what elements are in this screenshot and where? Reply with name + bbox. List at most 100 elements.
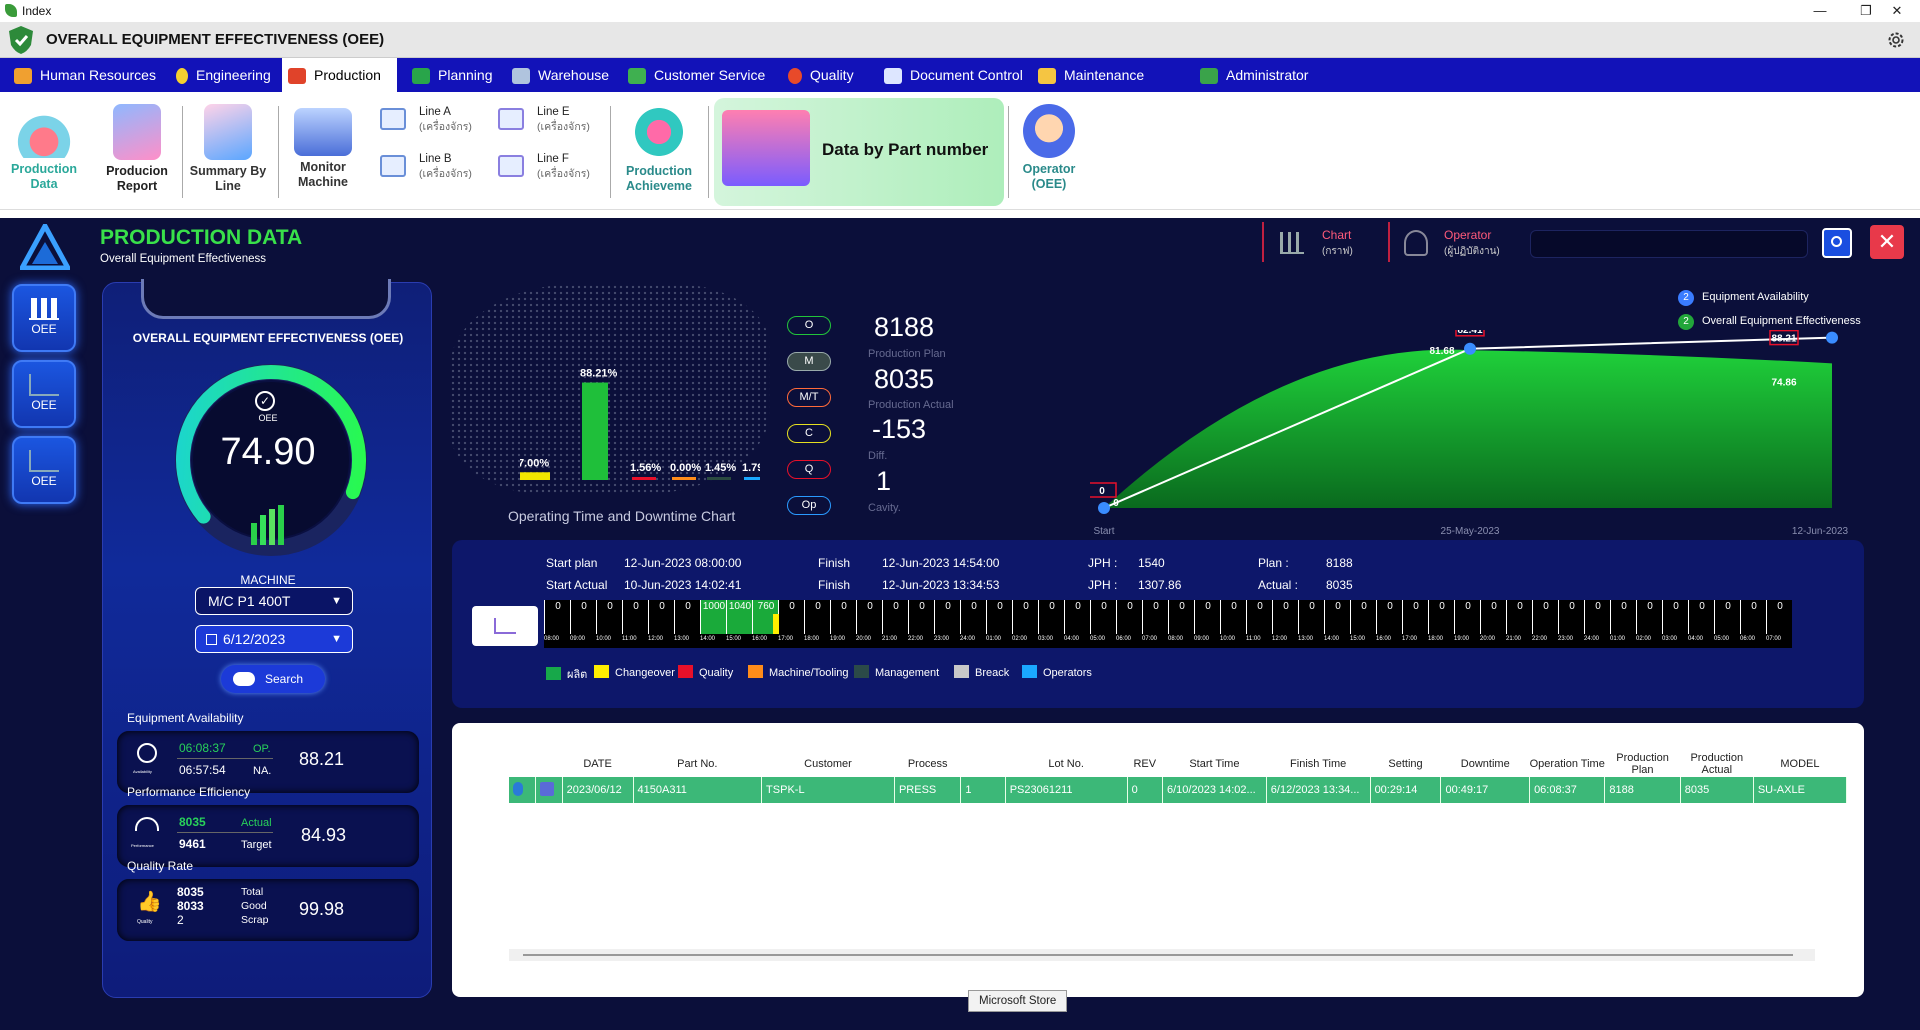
timeline-slot: 0	[856, 600, 882, 634]
actual-label: Actual :	[1258, 578, 1299, 592]
availability-card: Availability 06:08:37 OP. 06:57:54 NA. 8…	[117, 731, 419, 793]
production-report-button[interactable]: Producion Report	[100, 104, 174, 194]
slot-time: 22:00	[1532, 636, 1548, 642]
operator-oee-button[interactable]: Operator (OEE)	[1014, 104, 1084, 192]
close-button[interactable]: ✕	[1870, 225, 1904, 259]
timeline-slot: 0	[1662, 600, 1688, 634]
menu-human-resources[interactable]: Human Resources	[8, 58, 156, 92]
production-timeline-panel: Start plan 12-Jun-2023 08:00:00 Finish 1…	[452, 540, 1864, 708]
line-f-button[interactable]: Line F (เครื่องจักร)	[490, 147, 605, 187]
menu-administrator[interactable]: Administrator	[1194, 58, 1308, 92]
menu-production[interactable]: Production	[282, 58, 397, 95]
trend-chart-icon	[29, 374, 59, 396]
oee-side-button-3[interactable]: OEE	[12, 436, 76, 504]
operator-button[interactable]: Operator (ผู้ปฏิบัติงาน)	[1400, 226, 1520, 262]
brand-triangle-logo-icon	[20, 224, 70, 270]
warehouse-icon	[512, 68, 530, 85]
search-data-button[interactable]: Search	[221, 665, 325, 693]
production-data-button[interactable]: Production Data	[6, 104, 82, 192]
minimize-button[interactable]: —	[1797, 0, 1843, 22]
legend-availability: 2 Equipment Availability	[1678, 290, 1809, 306]
value-label: 0	[1099, 486, 1105, 497]
legend-label: Management	[875, 667, 940, 679]
ribbon-divider	[610, 106, 611, 198]
gauge-label: OEE	[258, 413, 278, 423]
horizontal-scrollbar[interactable]	[509, 949, 1815, 961]
slot-value: 0	[633, 601, 639, 612]
slot-value: 0	[607, 601, 613, 612]
table-cell: 1	[960, 777, 1006, 803]
ribbon-label: Producion Report	[106, 164, 168, 193]
save-icon[interactable]	[540, 781, 555, 796]
table-row[interactable]: 2023/06/12 4150A311 TSPK-L PRESS 1 PS23061211…	[509, 777, 1848, 803]
downtime-bar	[632, 477, 656, 480]
slot-time: 04:00	[1064, 636, 1080, 642]
slot-time: 07:00	[1142, 636, 1158, 642]
search-button[interactable]	[1822, 228, 1852, 258]
slot-value: 0	[1023, 601, 1029, 612]
oee-side-button-2[interactable]: OEE	[12, 360, 76, 428]
timeline-slot: 0	[1402, 600, 1428, 634]
menu-maintenance[interactable]: Maintenance	[1032, 58, 1144, 92]
data-by-part-number-button[interactable]: Data by Part number	[714, 98, 1004, 206]
slot-value: 0	[1751, 601, 1757, 612]
menu-planning[interactable]: Planning	[406, 58, 493, 92]
good-value: 8033	[177, 899, 204, 913]
slot-value: 0	[1049, 601, 1055, 612]
row-action-cell[interactable]	[535, 777, 563, 803]
production-achieve-button[interactable]: Production Achieveme	[614, 104, 704, 194]
slot-time: 03:00	[1662, 636, 1678, 642]
actual-value: 8035	[179, 815, 206, 829]
start-plan-label: Start plan	[546, 556, 598, 570]
quality-card: 👍 Quality 8035 8033 2 Total Good Scrap 9…	[117, 879, 419, 941]
achievement-icon	[631, 104, 687, 160]
timeline-legend-item: Changeover	[594, 665, 675, 679]
timeline-slot: 0	[1610, 600, 1636, 634]
menu-label: Quality	[810, 67, 854, 83]
summary-by-line-button[interactable]: Summary By Line	[186, 104, 270, 194]
row-action-cell[interactable]	[509, 777, 537, 803]
menu-customer-service[interactable]: Customer Service	[622, 58, 765, 92]
bar-chart-icon	[29, 298, 59, 320]
timeline-strip: 0 08:00 0 09:00 0 10:00 0 11:00 0 12:00 0 13:00 1000…	[544, 600, 1792, 648]
line-b-button[interactable]: Line B (เครื่องจักร)	[372, 147, 487, 187]
table-cell: SU-AXLE	[1753, 777, 1848, 803]
timeline-slot: 0	[960, 600, 986, 634]
close-window-button[interactable]: ✕	[1874, 0, 1920, 22]
availability-point	[1098, 502, 1110, 514]
date-picker[interactable]: 6/12/2023 ▼	[195, 625, 353, 653]
line-e-button[interactable]: Line E (เครื่องจักร)	[490, 100, 605, 140]
plan-value: 8188	[1326, 556, 1353, 570]
monitor-machine-button[interactable]: Monitor Machine	[284, 108, 362, 190]
growth-chart-icon	[29, 450, 59, 472]
panel-tab-decoration	[141, 279, 391, 319]
chart-button[interactable]: Chart (กราฟ)	[1276, 226, 1376, 262]
legend-swatch	[748, 665, 763, 678]
menu-label: Administrator	[1226, 67, 1309, 83]
legend-label: ผลิต	[567, 669, 588, 681]
table-cell: 0	[1127, 777, 1164, 803]
scrollbar-thumb[interactable]	[523, 954, 1793, 956]
settings-gear-icon[interactable]	[1886, 30, 1906, 50]
oee-side-button-1[interactable]: OEE	[12, 284, 76, 352]
menu-quality[interactable]: Quality	[782, 58, 854, 92]
search-input[interactable]	[1530, 230, 1808, 258]
mouse-icon[interactable]	[513, 781, 523, 796]
line-a-button[interactable]: Line A (เครื่องจักร)	[372, 100, 487, 140]
menu-engineering[interactable]: Engineering	[170, 58, 271, 92]
slot-time: 11:00	[622, 636, 637, 642]
total-value: 8035	[177, 885, 204, 899]
slot-value: 0	[1439, 601, 1445, 612]
production-table: DATE Part No. Customer Process Lot No. REV Sta…	[509, 751, 1848, 803]
availability-title: Equipment Availability	[127, 711, 244, 725]
timeline-chart-button[interactable]	[472, 606, 538, 646]
actual-value: 8035	[874, 364, 935, 394]
menu-warehouse[interactable]: Warehouse	[506, 58, 609, 92]
jph-label: JPH :	[1088, 578, 1118, 592]
slot-time: 16:00	[752, 636, 768, 642]
table-cell: PRESS	[894, 777, 962, 803]
report-icon	[113, 104, 161, 160]
menu-document-control[interactable]: Document Control	[878, 58, 1023, 92]
machine-select[interactable]: M/C P1 400T ▼	[195, 587, 353, 615]
timeline-slot: 0	[1298, 600, 1324, 634]
